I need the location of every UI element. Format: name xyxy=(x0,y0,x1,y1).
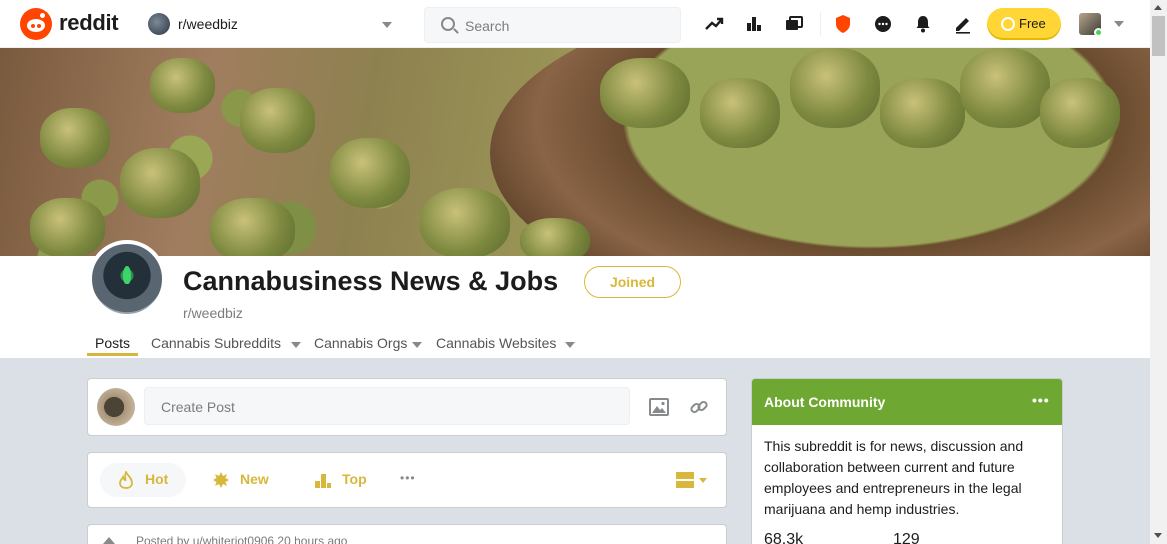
user-avatar[interactable] xyxy=(97,388,135,426)
community-name: r/weedbiz xyxy=(183,305,243,321)
sort-hot-label: Hot xyxy=(145,471,169,487)
free-coins-label: Free xyxy=(1019,16,1046,31)
scrollbar-thumb[interactable] xyxy=(1152,16,1165,56)
chevron-down-icon xyxy=(565,342,575,348)
search-placeholder: Search xyxy=(465,18,510,34)
create-post-placeholder: Create Post xyxy=(161,399,235,415)
sort-top-button[interactable]: Top xyxy=(300,463,380,497)
header-divider xyxy=(820,12,821,36)
about-title: About Community xyxy=(764,394,886,410)
tab-posts[interactable]: Posts xyxy=(95,335,130,355)
online-count: 129 xyxy=(893,531,920,544)
chevron-down-icon xyxy=(382,22,392,28)
coin-icon xyxy=(1001,17,1015,31)
tab-label: Cannabis Websites xyxy=(436,335,557,351)
chevron-down-icon xyxy=(412,342,422,348)
link-icon[interactable] xyxy=(688,396,710,418)
bell-icon[interactable] xyxy=(911,12,935,36)
online-status-dot xyxy=(1094,28,1103,37)
about-header: About Community ••• xyxy=(752,379,1062,425)
post-meta: Posted by u/whiteriot0906 20 hours ago xyxy=(136,534,348,544)
tab-cannabis-websites[interactable]: Cannabis Websites xyxy=(436,335,556,355)
chevron-down-icon[interactable] xyxy=(699,478,707,483)
image-upload-icon[interactable] xyxy=(648,396,670,418)
post-card[interactable]: Posted by u/whiteriot0906 20 hours ago xyxy=(87,524,727,544)
user-menu-chevron-icon[interactable] xyxy=(1114,21,1124,27)
member-count: 68.3k xyxy=(764,531,804,544)
upvote-icon[interactable] xyxy=(103,537,115,544)
community-title: Cannabusiness News & Jobs xyxy=(183,266,559,296)
search-input[interactable]: Search xyxy=(424,7,681,43)
chat-icon[interactable] xyxy=(871,12,895,36)
more-options-icon[interactable]: ••• xyxy=(1032,392,1050,408)
create-post-card: Create Post xyxy=(87,378,727,436)
community-avatar xyxy=(148,13,170,35)
trending-icon[interactable] xyxy=(702,12,726,36)
pencil-icon[interactable] xyxy=(951,12,975,36)
active-tab-underline xyxy=(87,353,138,356)
sort-new-button[interactable]: New xyxy=(198,463,282,497)
community-banner xyxy=(0,48,1150,256)
reddit-logo-icon[interactable] xyxy=(20,8,52,40)
sort-new-label: New xyxy=(240,471,269,487)
chevron-down-icon xyxy=(291,342,301,348)
sunburst-icon xyxy=(213,472,229,488)
tab-cannabis-orgs[interactable]: Cannabis Orgs xyxy=(314,335,407,355)
page-scrollbar[interactable] xyxy=(1150,0,1167,544)
free-coins-button[interactable]: Free xyxy=(987,8,1061,40)
community-switcher[interactable]: r/weedbiz xyxy=(146,8,404,40)
reddit-wordmark[interactable]: reddit xyxy=(59,10,119,36)
sort-top-label: Top xyxy=(342,471,367,487)
search-icon xyxy=(441,17,455,31)
tab-cannabis-subreddits[interactable]: Cannabis Subreddits xyxy=(151,335,281,355)
joined-button[interactable]: Joined xyxy=(584,266,681,298)
tab-label: Cannabis Orgs xyxy=(314,335,408,351)
scroll-up-arrow-icon[interactable] xyxy=(1154,5,1162,10)
top-chart-icon xyxy=(315,474,331,488)
sort-hot-button[interactable]: Hot xyxy=(100,463,186,497)
stats-icon[interactable] xyxy=(742,12,766,36)
about-community-card: About Community ••• This subreddit is fo… xyxy=(751,378,1063,544)
shield-icon[interactable] xyxy=(831,12,855,36)
view-layout-icon[interactable] xyxy=(676,472,696,490)
top-navbar: reddit r/weedbiz Search Free xyxy=(0,0,1150,48)
about-description: This subreddit is for news, discussion a… xyxy=(764,438,1024,517)
all-icon[interactable] xyxy=(782,12,806,36)
tab-label: Cannabis Subreddits xyxy=(151,335,281,351)
community-icon xyxy=(88,240,166,318)
community-switcher-label: r/weedbiz xyxy=(178,16,238,32)
create-post-input[interactable]: Create Post xyxy=(144,387,630,425)
sort-bar: Hot New Top ••• xyxy=(87,452,727,508)
scroll-down-arrow-icon[interactable] xyxy=(1154,533,1162,538)
flame-icon xyxy=(119,471,133,489)
more-options-icon[interactable]: ••• xyxy=(400,471,416,485)
